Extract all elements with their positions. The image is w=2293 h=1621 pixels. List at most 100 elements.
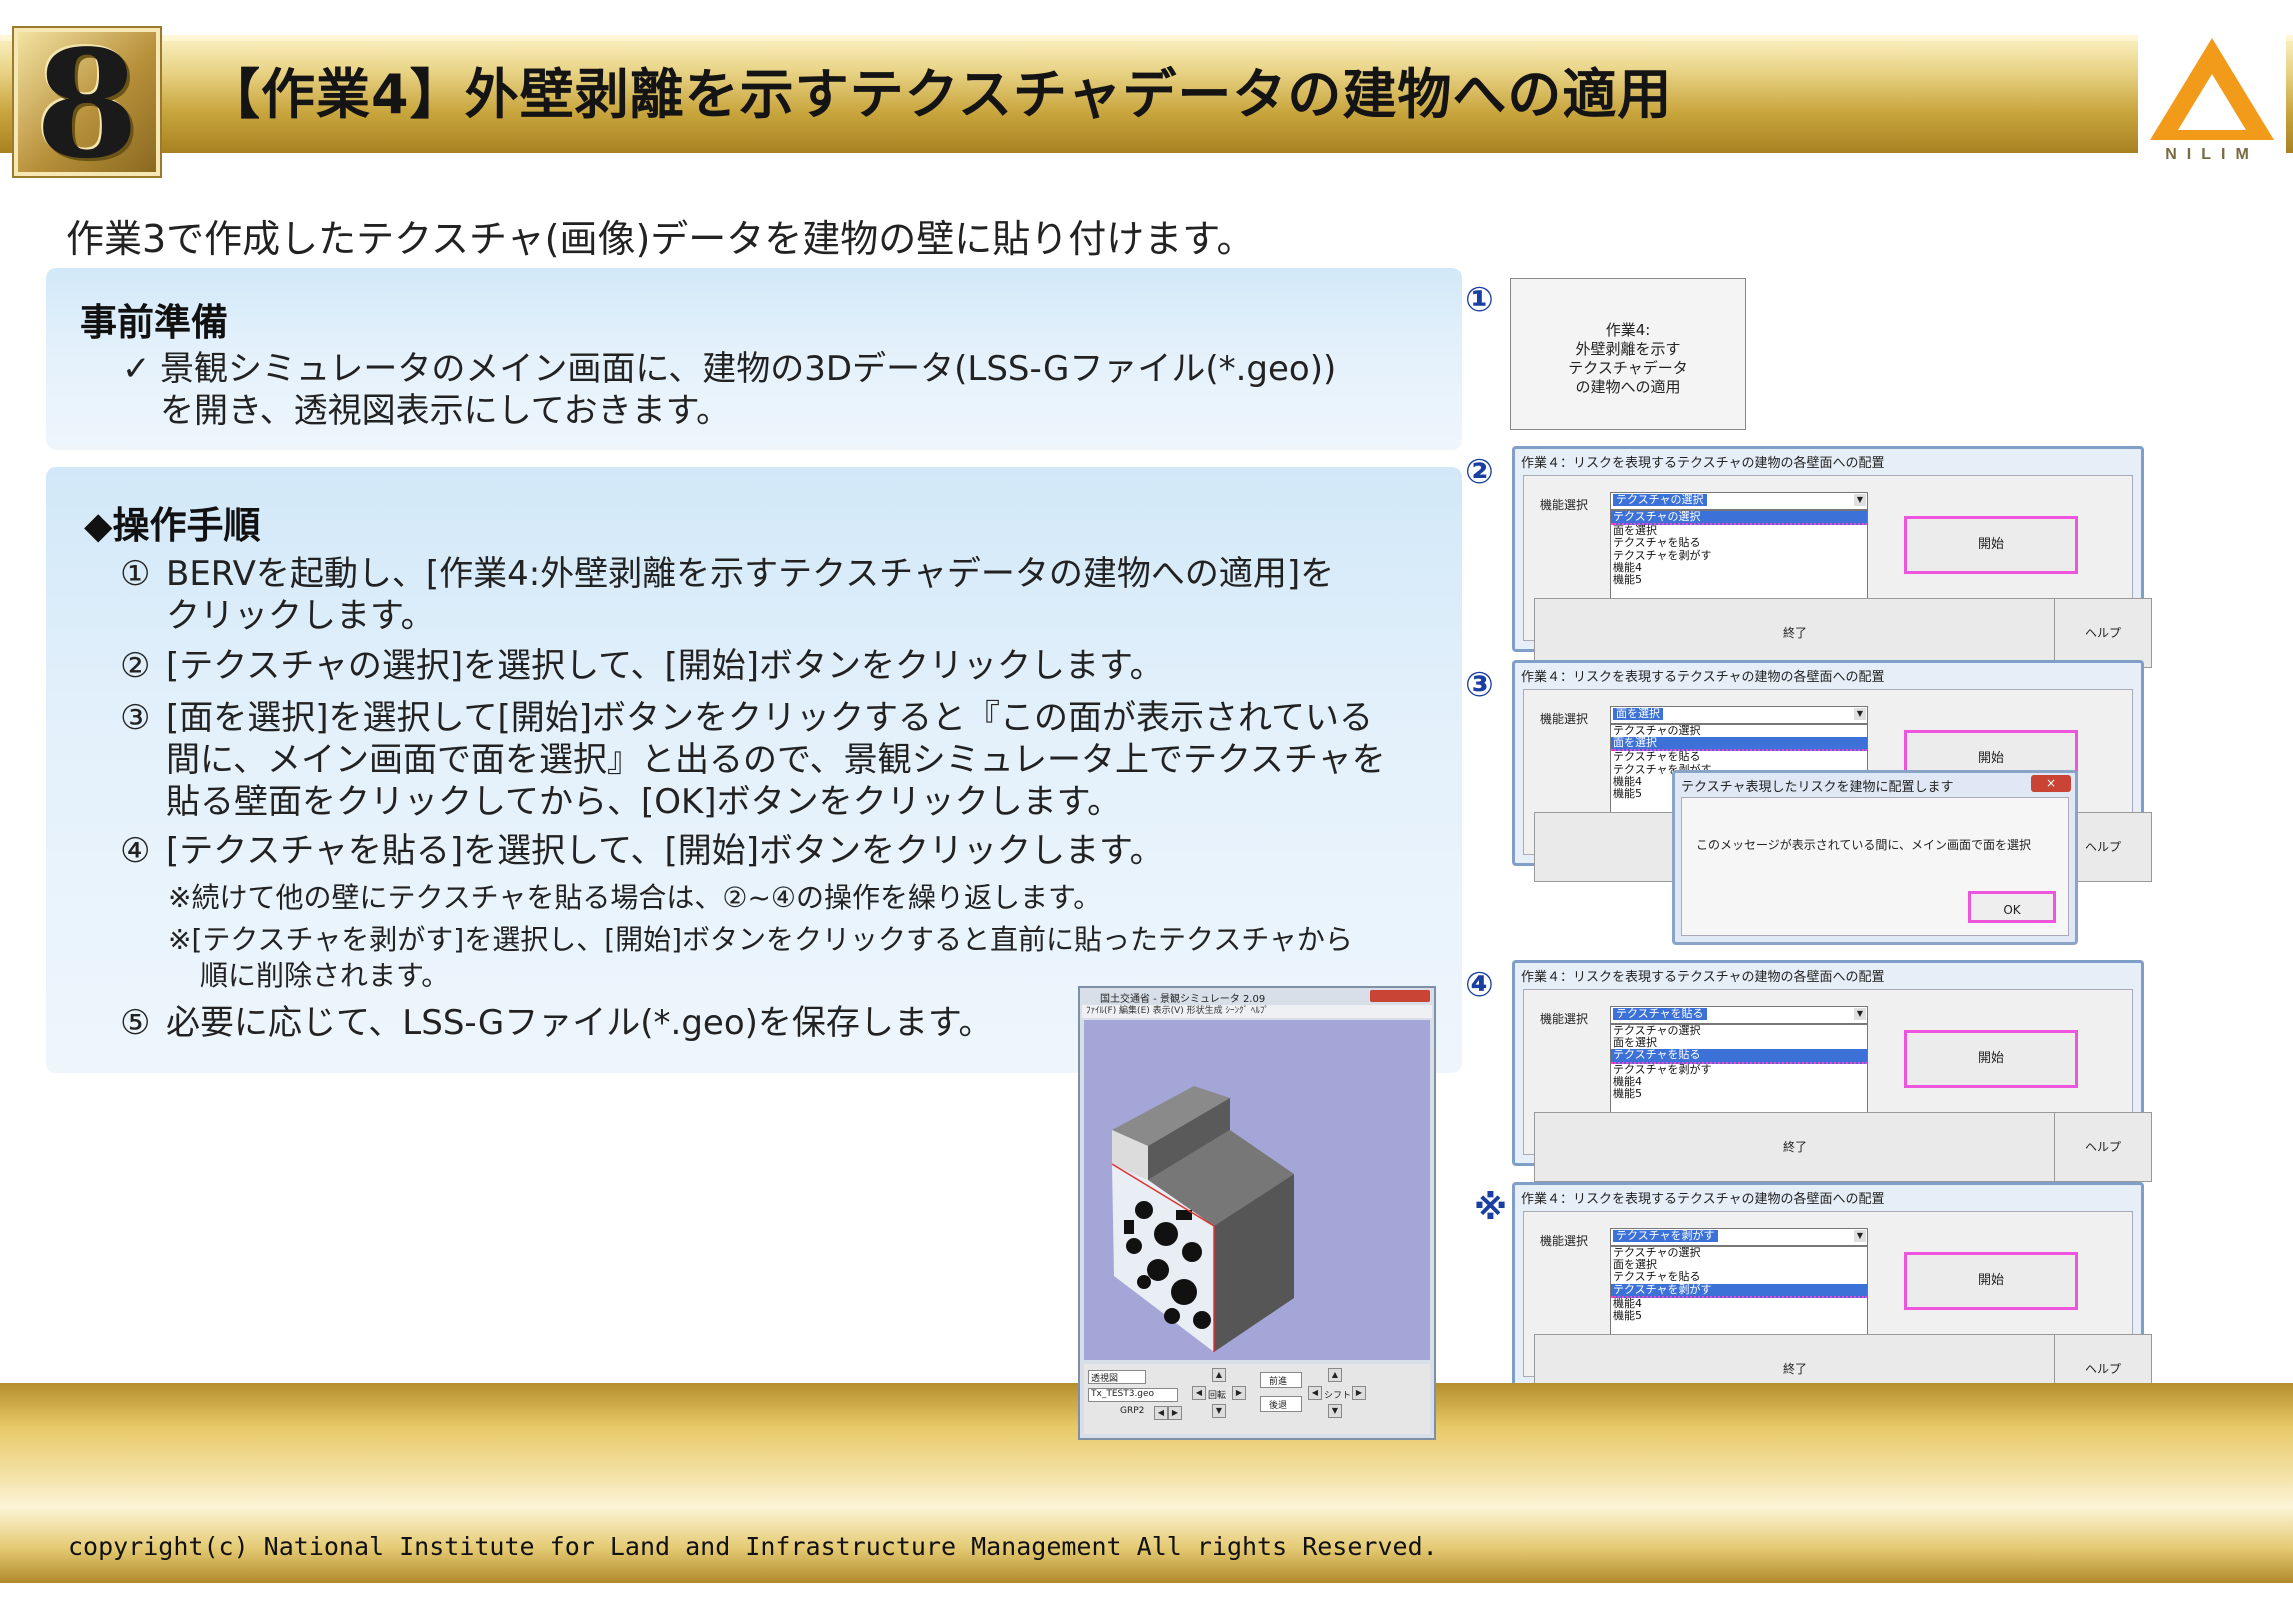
arrow-left-icon[interactable]: ◀ [1192, 1386, 1206, 1400]
window-controls-icon[interactable] [1370, 990, 1430, 1002]
arrow-down-icon[interactable]: ▼ [1212, 1404, 1226, 1418]
dropdown-option[interactable]: 機能4 [1611, 1297, 1867, 1310]
simulator-control-panel: 透視図 Tx_TEST3.geo GRP2 ◀ ▶ ▲ ◀ 回転 ▶ ▼ 前進 … [1084, 1364, 1430, 1434]
forward-button[interactable]: 前進 [1269, 1374, 1287, 1387]
marker-note: ※ [1474, 1188, 1508, 1228]
close-icon[interactable]: × [2031, 775, 2071, 792]
marker-1: ① [1465, 280, 1494, 320]
arrow-up-icon[interactable]: ▲ [1328, 1368, 1342, 1382]
end-button[interactable]: 終了 [1534, 598, 2056, 668]
function-dialog-4: 作業４：リスクを表現するテクスチャの建物の各壁面への配置 機能選択 テクスチャを… [1512, 960, 2152, 1182]
step-line: BERVを起動し、[作業4:外壁剥離を示すテクスチャデータの建物への適用]を [166, 554, 1335, 594]
arrow-right-icon[interactable]: ▶ [1352, 1386, 1366, 1400]
msgbox-text: このメッセージが表示されている間に、メイン画面で面を選択 [1696, 838, 2032, 852]
check-icon: ✓ [122, 349, 151, 389]
start-button[interactable]: 開始 [1904, 1252, 2078, 1310]
triangle-logo-icon [2150, 38, 2274, 140]
dropdown-option[interactable]: テクスチャを貼る [1611, 751, 1867, 763]
copyright-text: copyright(c) National Institute for Land… [68, 1532, 1438, 1561]
func-label: 機能選択 [1540, 498, 1589, 512]
box1-line: 作業4: [1605, 321, 1651, 339]
arrow-right-icon[interactable]: ▶ [1232, 1386, 1246, 1400]
function-dialog-note: 作業４：リスクを表現するテクスチャの建物の各壁面への配置 機能選択 テクスチャを… [1512, 1182, 2152, 1404]
combo-value: テクスチャを剥がす [1613, 1230, 1718, 1242]
dropdown-option[interactable]: 機能5 [1611, 1309, 1867, 1322]
function-dialog-2: 作業４：リスクを表現するテクスチャの建物の各壁面への配置 機能選択 テクスチャの… [1512, 446, 2152, 668]
box1-line: 外壁剥離を示す [1575, 340, 1681, 358]
arrow-up-icon[interactable]: ▲ [1212, 1368, 1226, 1382]
prep-line-2: を開き、透視図表示にしておきます。 [160, 391, 731, 431]
note-3: 順に削除されます。 [200, 959, 450, 992]
function-select[interactable]: 面を選択 ▼ [1610, 706, 1868, 724]
page-title: 【作業4】外壁剥離を示すテクスチャデータの建物への適用 [206, 63, 1673, 126]
dropdown-option[interactable]: テクスチャを貼る [1611, 1271, 1867, 1283]
arrow-right-icon[interactable]: ▶ [1168, 1406, 1182, 1420]
group-label: GRP2 [1120, 1406, 1145, 1416]
function-select[interactable]: テクスチャを貼る ▼ [1610, 1006, 1868, 1024]
dialog-title: 作業４：リスクを表現するテクスチャの建物の各壁面への配置 [1521, 456, 1885, 471]
dropdown-option[interactable]: 機能4 [1611, 561, 1867, 574]
box1-line: テクスチャデータ [1568, 359, 1688, 377]
chevron-down-icon[interactable]: ▼ [1854, 708, 1866, 720]
view-mode-select[interactable]: 透視図 [1091, 1371, 1118, 1384]
function-dropdown-list: テクスチャの選択 面を選択 テクスチャを貼る テクスチャを剥がす 機能4 機能5 [1610, 1246, 1868, 1336]
3d-viewport[interactable] [1084, 1020, 1430, 1360]
func-label: 機能選択 [1540, 1234, 1589, 1248]
step-line: [テクスチャを貼る]を選択して、[開始]ボタンをクリックします。 [166, 831, 1164, 871]
step-number: ⑤ [120, 1003, 151, 1043]
end-button[interactable]: 終了 [1534, 1112, 2056, 1182]
function-select[interactable]: テクスチャを剥がす ▼ [1610, 1228, 1868, 1246]
start-button[interactable]: 開始 [1904, 1030, 2078, 1088]
shift-label: シフト [1324, 1391, 1352, 1401]
chevron-down-icon[interactable]: ▼ [1854, 494, 1866, 506]
dropdown-option[interactable]: テクスチャを貼る [1611, 1049, 1867, 1064]
dialog-title: 作業４：リスクを表現するテクスチャの建物の各壁面への配置 [1521, 670, 1885, 685]
logo-text: NILIM [2165, 146, 2259, 163]
step-line: [テクスチャの選択]を選択して、[開始]ボタンをクリックします。 [166, 646, 1164, 686]
procedure-heading: ◆操作手順 [84, 504, 261, 547]
step-number: ③ [120, 698, 151, 738]
prep-heading: 事前準備 [80, 301, 228, 344]
dropdown-option[interactable]: テクスチャを剥がす [1611, 1283, 1867, 1298]
marker-3: ③ [1465, 665, 1494, 705]
dropdown-option[interactable]: テクスチャを剥がす [1611, 549, 1867, 562]
func-label: 機能選択 [1540, 1012, 1589, 1026]
dropdown-option[interactable]: 機能5 [1611, 1087, 1867, 1100]
box1-line: の建物への適用 [1575, 378, 1681, 396]
chevron-down-icon[interactable]: ▼ [1854, 1230, 1866, 1242]
dialog-title: 作業４：リスクを表現するテクスチャの建物の各壁面への配置 [1521, 1192, 1885, 1207]
arrow-down-icon[interactable]: ▼ [1328, 1404, 1342, 1418]
combo-value: テクスチャを貼る [1613, 1008, 1707, 1020]
dropdown-option[interactable]: 機能5 [1611, 573, 1867, 586]
simulator-menubar[interactable]: ﾌｧｲﾙ(F) 編集(E) 表示(V) 形状生成 ｼｰﾝｸﾞ ﾍﾙﾌﾟ [1082, 1005, 1432, 1018]
combo-value: 面を選択 [1613, 708, 1663, 720]
chevron-down-icon[interactable]: ▼ [1854, 1008, 1866, 1020]
help-button[interactable]: ヘルプ [2054, 598, 2152, 668]
intro-text: 作業3で作成したテクスチャ(画像)データを建物の壁に貼り付けます。 [66, 217, 1255, 261]
menu-button-work4[interactable]: 作業4: 外壁剥離を示す テクスチャデータ の建物への適用 [1510, 278, 1746, 430]
ok-button[interactable]: OK [1968, 891, 2056, 923]
marker-2: ② [1465, 452, 1494, 492]
arrow-left-icon[interactable]: ◀ [1154, 1406, 1168, 1420]
rotate-label: 回転 [1208, 1391, 1227, 1401]
function-dropdown-list: テクスチャの選択 面を選択 テクスチャを貼る テクスチャを剥がす 機能4 機能5 [1610, 1024, 1868, 1114]
step-number: ④ [120, 831, 151, 871]
simulator-window: 国土交通省 - 景観シミュレータ 2.09 ﾌｧｲﾙ(F) 編集(E) 表示(V… [1078, 986, 1436, 1440]
help-button[interactable]: ヘルプ [2054, 1112, 2152, 1182]
arrow-left-icon[interactable]: ◀ [1308, 1386, 1322, 1400]
marker-4: ④ [1465, 965, 1494, 1005]
step-number: ① [120, 554, 151, 594]
file-name-field[interactable]: Tx_TEST3.geo [1091, 1389, 1154, 1399]
dropdown-option[interactable]: 機能4 [1611, 1075, 1867, 1088]
section-badge: 8 [14, 24, 160, 184]
dialog-title: 作業４：リスクを表現するテクスチャの建物の各壁面への配置 [1521, 970, 1885, 985]
back-button[interactable]: 後退 [1269, 1398, 1287, 1411]
section-number: 8 [35, 17, 139, 191]
function-select[interactable]: テクスチャの選択 ▼ [1610, 492, 1868, 510]
dropdown-option[interactable]: テクスチャを剥がす [1611, 1063, 1867, 1076]
note-1: ※続けて他の壁にテクスチャを貼る場合は、②~④の操作を繰り返します。 [168, 881, 1102, 914]
start-button[interactable]: 開始 [1904, 516, 2078, 574]
dropdown-option[interactable]: テクスチャを貼る [1611, 537, 1867, 549]
note-2: ※[テクスチャを剥がす]を選択し、[開始]ボタンをクリックすると直前に貼ったテク… [168, 923, 1353, 956]
message-box: テクスチャ表現したリスクを建物に配置します × このメッセージが表示されている間… [1672, 770, 2078, 945]
